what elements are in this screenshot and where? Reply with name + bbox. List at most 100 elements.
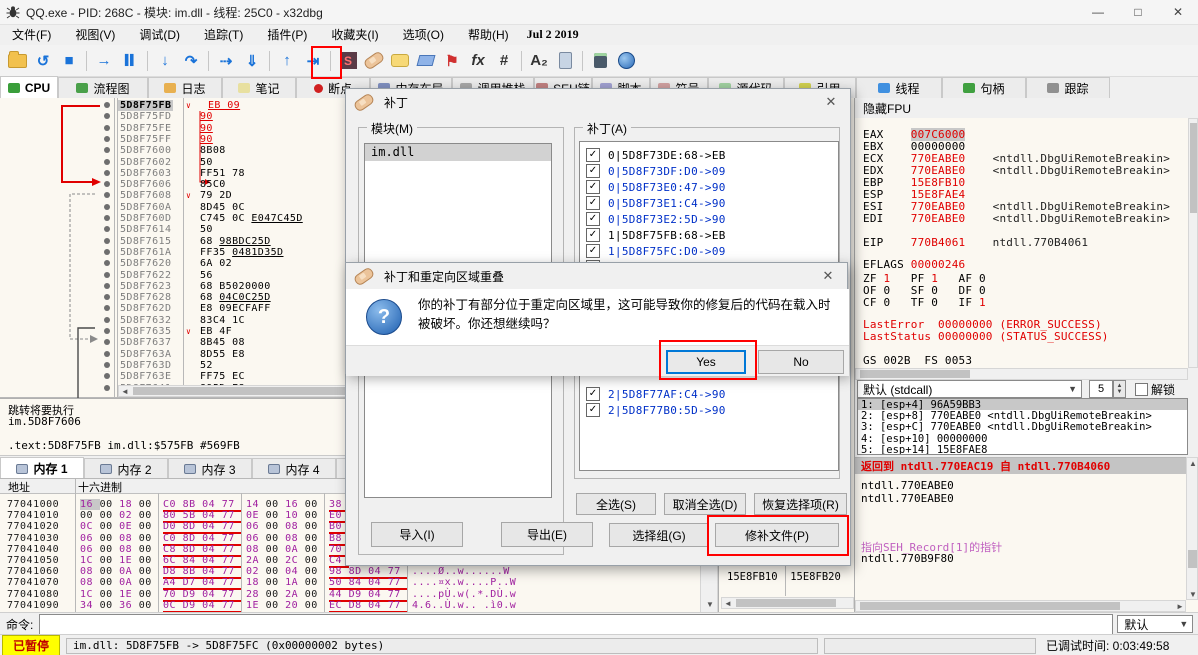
checkbox-checked-icon[interactable]: ✓ <box>586 228 600 242</box>
overlap-dialog-close-icon[interactable]: ✕ <box>817 268 839 284</box>
patch-entry[interactable]: ✓0|5D8F73E2:5D->90 <box>580 212 726 226</box>
import-button[interactable]: 导入(I) <box>371 522 463 547</box>
argument-row[interactable]: 3: [esp+C] 770EABE0 <ntdll.DbgUiRemoteBr… <box>858 421 1187 432</box>
argument-row[interactable]: 2: [esp+8] 770EABE0 <ntdll.DbgUiRemoteBr… <box>858 410 1187 421</box>
select-all-button[interactable]: 全选(S) <box>576 493 656 515</box>
patch-entry[interactable]: ✓1|5D8F75FC:D0->09 <box>580 244 726 258</box>
breakpoint-dot[interactable] <box>104 136 110 142</box>
functions-icon[interactable]: fx <box>466 49 490 73</box>
memory-tab-3[interactable]: 内存 3 <box>168 458 252 479</box>
breakpoint-dot[interactable] <box>104 170 110 176</box>
restart-icon[interactable]: ↺ <box>31 49 55 73</box>
stack-hscrollbar[interactable]: ◄ <box>721 597 854 609</box>
argument-row[interactable]: 5: [esp+14] 15E8FAE8 <box>858 444 1187 455</box>
minimize-button[interactable]: — <box>1078 0 1118 24</box>
breakpoint-dot[interactable] <box>104 373 110 379</box>
calculator-icon[interactable] <box>588 49 612 73</box>
breakpoint-dot[interactable] <box>104 305 110 311</box>
checkbox-checked-icon[interactable]: ✓ <box>586 148 600 162</box>
unlock-checkbox[interactable] <box>1135 383 1148 396</box>
step-into-icon[interactable]: ↓ <box>153 49 177 73</box>
arguments-list[interactable]: 1: [esp+4] 96A59BB32: [esp+8] 770EABE0 <… <box>857 398 1188 455</box>
checkbox-checked-icon[interactable]: ✓ <box>586 403 600 417</box>
ascii-table-icon[interactable]: A₂ <box>527 49 551 73</box>
overlap-dialog-titlebar[interactable]: 补丁和重定向区域重叠 ✕ <box>346 263 847 289</box>
maximize-button[interactable]: □ <box>1118 0 1158 24</box>
breakpoint-dot[interactable] <box>104 294 110 300</box>
menu-item[interactable]: 选项(O) <box>391 24 456 45</box>
patch-entry[interactable]: ✓0|5D8F73E0:47->90 <box>580 180 726 194</box>
breakpoint-dot[interactable] <box>104 351 110 357</box>
register-line[interactable]: EFLAGS 00000246 <box>863 258 965 271</box>
argument-row[interactable]: 4: [esp+10] 00000000 <box>858 433 1187 444</box>
step-out-icon[interactable]: ↑ <box>275 49 299 73</box>
breakpoint-dot[interactable] <box>104 272 110 278</box>
registers-area[interactable]: EAX 007C6000EBX 00000000ECX 770EABE0 <nt… <box>855 118 1198 368</box>
breakpoint-dot[interactable] <box>104 159 110 165</box>
memory-tab-4[interactable]: 内存 4 <box>252 458 336 479</box>
tab-CPU[interactable]: CPU <box>0 76 58 98</box>
stack-row[interactable]: 15E8FB10 15E8FB20 <box>727 571 841 583</box>
patch-icon[interactable] <box>362 49 386 73</box>
pick-groups-button[interactable]: 选择组(G) <box>609 523 709 547</box>
hide-fpu-button[interactable]: 隐藏FPU <box>855 98 1198 119</box>
register-line[interactable]: LastStatus 00000000 (STATUS_SUCCESS) <box>863 330 1109 343</box>
arg-depth-stepper[interactable]: ▲▼ <box>1113 380 1126 398</box>
patch-entry[interactable]: ✓0|5D8F73E1:C4->90 <box>580 196 726 210</box>
stackinfo-hscrollbar[interactable]: ► <box>855 600 1186 612</box>
breakpoint-dot[interactable] <box>104 215 110 221</box>
register-line[interactable]: GS 002B FS 0053 <box>863 354 972 367</box>
stop-icon[interactable]: ■ <box>57 49 81 73</box>
breakpoint-dot[interactable] <box>104 339 110 345</box>
checkbox-checked-icon[interactable]: ✓ <box>586 196 600 210</box>
breakpoint-dot[interactable] <box>104 260 110 266</box>
breakpoint-dot[interactable] <box>104 362 110 368</box>
dump-row[interactable]: 7704109034 00 36 00 0C D9 04 77 1E 00 20… <box>0 600 718 611</box>
menu-item[interactable]: 视图(V) <box>63 24 127 45</box>
command-input[interactable] <box>39 614 1113 635</box>
checkbox-checked-icon[interactable]: ✓ <box>586 387 600 401</box>
module-item[interactable]: im.dll <box>365 144 551 161</box>
checkbox-checked-icon[interactable]: ✓ <box>586 244 600 258</box>
no-button[interactable]: No <box>758 350 844 374</box>
step-until-return-icon[interactable]: ⇓ <box>240 49 264 73</box>
argument-row[interactable]: 1: [esp+4] 96A59BB3 <box>858 399 1187 410</box>
register-line[interactable]: CF 0 TF 0 IF 1 <box>863 296 1006 309</box>
close-button[interactable]: ✕ <box>1158 0 1198 24</box>
breakpoint-dot[interactable] <box>104 181 110 187</box>
breakpoint-dot[interactable] <box>104 317 110 323</box>
run-to-user-code-icon[interactable]: ⇥ <box>301 49 325 73</box>
patch-entry[interactable]: ✓2|5D8F77AF:C4->90 <box>580 387 726 401</box>
export-button[interactable]: 导出(E) <box>501 522 593 547</box>
menu-item[interactable]: 文件(F) <box>0 24 63 45</box>
tab-流程图[interactable]: 流程图 <box>58 77 148 98</box>
command-profile-select[interactable]: 默认▼ <box>1117 615 1193 633</box>
breakpoint-dot[interactable] <box>104 125 110 131</box>
pause-icon[interactable]: ▌▌ <box>118 49 142 73</box>
deselect-all-button[interactable]: 取消全选(D) <box>664 493 746 515</box>
dump-row[interactable]: 7704107008 00 0A 00 A4 D7 04 77 18 00 1A… <box>0 577 718 588</box>
breakpoint-dot[interactable] <box>104 102 110 108</box>
device-icon[interactable] <box>553 49 577 73</box>
breakpoint-dot[interactable] <box>104 328 110 334</box>
tab-句柄[interactable]: 句柄 <box>942 77 1026 98</box>
menu-item[interactable]: 调试(D) <box>127 24 192 45</box>
menu-item[interactable]: 追踪(T) <box>192 24 255 45</box>
patch-entry[interactable]: ✓0|5D8F73DE:68->EB <box>580 148 726 162</box>
stack-info-pane[interactable]: 返回到 ntdll.770EAC19 自 ntdll.770B4060ntdll… <box>855 457 1198 612</box>
dump-row[interactable]: 770410801C 00 1E 00 70 D9 04 77 28 00 2A… <box>0 589 718 600</box>
breakpoint-dot[interactable] <box>104 226 110 232</box>
tab-笔记[interactable]: 笔记 <box>222 77 296 98</box>
breakpoint-dot[interactable] <box>104 113 110 119</box>
calling-convention-select[interactable]: 默认 (stdcall)▼ <box>857 380 1082 398</box>
checkbox-checked-icon[interactable]: ✓ <box>586 212 600 226</box>
globe-icon[interactable] <box>614 49 638 73</box>
register-line[interactable]: EIP 770B4061 ntdll.770B4061 <box>863 236 1088 249</box>
restore-selection-button[interactable]: 恢复选择项(R) <box>754 493 847 515</box>
seh-chain-icon[interactable]: S <box>336 49 360 73</box>
dump-row[interactable]: 7704106008 00 0A 00 D8 8B 04 77 02 00 04… <box>0 566 718 577</box>
run-trace-icon[interactable]: ⇢ <box>214 49 238 73</box>
breakpoint-dot[interactable] <box>104 147 110 153</box>
patch-entry[interactable]: ✓2|5D8F77B0:5D->90 <box>580 403 726 417</box>
yes-button[interactable]: Yes <box>666 350 746 374</box>
